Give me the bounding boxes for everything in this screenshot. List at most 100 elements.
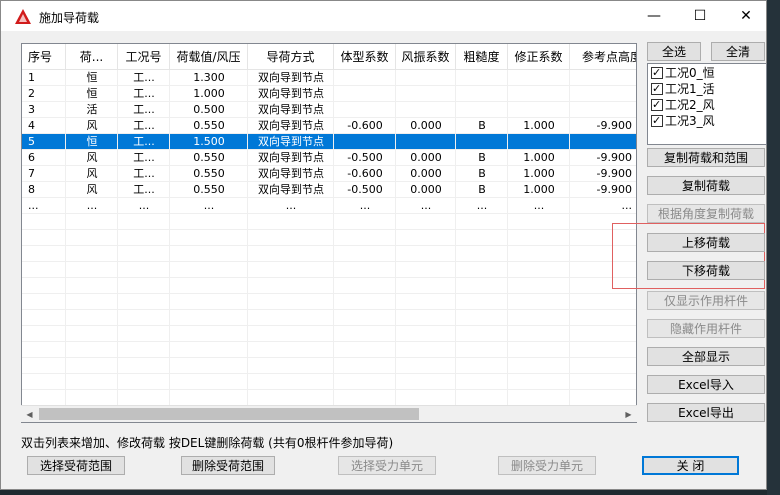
cell-load-value: 0.550 bbox=[193, 119, 225, 132]
case-checkbox-item[interactable]: 工况2_风 bbox=[651, 97, 715, 113]
col-header-method[interactable]: 导荷方式 bbox=[248, 44, 334, 70]
select-range-button[interactable]: 选择受荷范围 bbox=[27, 456, 125, 475]
cell-index: 1 bbox=[28, 71, 35, 84]
cell-load-value: 0.550 bbox=[193, 151, 225, 164]
cell-case: ... bbox=[138, 199, 150, 212]
move-up-button[interactable]: 上移荷载 bbox=[647, 233, 765, 252]
delete-range-button[interactable]: 删除受荷范围 bbox=[181, 456, 275, 475]
col-header-load-type[interactable]: 荷... bbox=[66, 44, 118, 70]
minimize-button[interactable]: — bbox=[631, 1, 677, 31]
cell-shape-coef bbox=[334, 134, 396, 150]
checkbox-checked-icon[interactable] bbox=[651, 97, 663, 113]
close-button[interactable]: 关 闭 bbox=[642, 456, 739, 475]
cell-load-type: ... bbox=[86, 199, 98, 212]
col-header-load-value[interactable]: 荷载值/风压 bbox=[170, 44, 248, 70]
cell-vib-coef bbox=[396, 102, 456, 118]
move-down-button[interactable]: 下移荷载 bbox=[647, 261, 765, 280]
col-header-vib-coef[interactable]: 风振系数 bbox=[396, 44, 456, 70]
cell-load-value: 0.500 bbox=[193, 103, 225, 116]
cell-load-value: 1.300 bbox=[193, 71, 225, 84]
table-row[interactable]: 7 风 工... 0.550 双向导到节点 -0.600 0.000 B 1.000 -9.900 bbox=[22, 166, 636, 182]
case-checkbox-item[interactable]: 工况3_风 bbox=[651, 113, 715, 129]
cell-load-type: 风 bbox=[86, 119, 98, 132]
show-only-members-button[interactable]: 仅显示作用杆件 bbox=[647, 291, 765, 310]
cell-ref-height: -9.900 bbox=[596, 119, 632, 132]
clear-all-button[interactable]: 全清 bbox=[711, 42, 765, 61]
cell-correction: 1.000 bbox=[523, 151, 555, 164]
cell-ref-height: -9.900 bbox=[596, 183, 632, 196]
cell-correction bbox=[508, 134, 570, 150]
grid-line bbox=[22, 341, 636, 342]
cell-shape-coef: -0.500 bbox=[347, 151, 383, 164]
checkbox-checked-icon[interactable] bbox=[651, 65, 663, 81]
grid-line bbox=[22, 229, 636, 230]
scroll-right-icon[interactable]: ▶ bbox=[620, 406, 637, 423]
table-row[interactable]: 4 风 工... 0.550 双向导到节点 -0.600 0.000 B 1.000 -9.900 bbox=[22, 118, 636, 134]
cell-index: 6 bbox=[28, 151, 35, 164]
case-checkbox-item[interactable]: 工况1_活 bbox=[651, 81, 715, 97]
column-line bbox=[455, 70, 456, 422]
excel-export-button[interactable]: Excel导出 bbox=[647, 403, 765, 422]
hide-members-button[interactable]: 隐藏作用杆件 bbox=[647, 319, 765, 338]
col-header-index[interactable]: 序号 bbox=[22, 44, 66, 70]
table-row[interactable]: 6 风 工... 0.550 双向导到节点 -0.500 0.000 B 1.000 -9.900 bbox=[22, 150, 636, 166]
cell-roughness: ... bbox=[476, 199, 488, 212]
table-row[interactable]: 2 恒 工... 1.000 双向导到节点 bbox=[22, 86, 636, 102]
cell-load-value: 0.550 bbox=[193, 167, 225, 180]
cell-index: 2 bbox=[28, 87, 35, 100]
case-checkbox-item[interactable]: 工况0_恒 bbox=[651, 65, 715, 81]
grid-line bbox=[22, 85, 636, 86]
cell-vib-coef: ... bbox=[420, 199, 432, 212]
checkbox-checked-icon[interactable] bbox=[651, 113, 663, 129]
cell-load-value: 1.500 bbox=[193, 135, 225, 148]
cell-method: 双向导到节点 bbox=[258, 103, 324, 116]
maximize-button[interactable]: ☐ bbox=[677, 1, 723, 31]
delete-unit-button[interactable]: 删除受力单元 bbox=[498, 456, 596, 475]
table-row[interactable]: 1 恒 工... 1.300 双向导到节点 bbox=[22, 70, 636, 86]
col-header-roughness[interactable]: 粗糙度 bbox=[456, 44, 508, 70]
grid-line bbox=[22, 117, 636, 118]
table-row[interactable]: 8 风 工... 0.550 双向导到节点 -0.500 0.000 B 1.000 -9.900 bbox=[22, 182, 636, 198]
cell-shape-coef bbox=[334, 102, 396, 118]
grid-line bbox=[22, 357, 636, 358]
cell-shape-coef bbox=[334, 70, 396, 86]
grid-line bbox=[22, 165, 636, 166]
col-header-ref-height[interactable]: 参考点高度 bbox=[570, 44, 636, 70]
load-list[interactable]: 序号 荷... 工况号 荷载值/风压 导荷方式 体型系数 风振系数 粗糙度 修正… bbox=[21, 43, 637, 423]
excel-import-button[interactable]: Excel导入 bbox=[647, 375, 765, 394]
column-line bbox=[169, 70, 170, 422]
cell-load-type: 活 bbox=[86, 103, 98, 116]
close-window-button[interactable]: ✕ bbox=[723, 1, 769, 31]
col-header-shape-coef[interactable]: 体型系数 bbox=[334, 44, 396, 70]
title-bar[interactable]: 施加导荷载 — ☐ ✕ bbox=[1, 1, 766, 31]
scroll-thumb[interactable] bbox=[39, 408, 419, 420]
copy-by-angle-button[interactable]: 根据角度复制荷载 bbox=[647, 204, 765, 223]
cell-index: ... bbox=[28, 199, 39, 212]
select-all-button[interactable]: 全选 bbox=[647, 42, 701, 61]
cell-roughness: B bbox=[478, 183, 486, 196]
list-header: 序号 荷... 工况号 荷载值/风压 导荷方式 体型系数 风振系数 粗糙度 修正… bbox=[22, 44, 636, 70]
grid-line bbox=[22, 389, 636, 390]
cell-case: 工... bbox=[133, 151, 155, 164]
copy-load-button[interactable]: 复制荷载 bbox=[647, 176, 765, 195]
cell-ref-height bbox=[570, 134, 632, 150]
show-all-button[interactable]: 全部显示 bbox=[647, 347, 765, 366]
cell-index: 8 bbox=[28, 183, 35, 196]
table-row[interactable]: 5 恒 工... 1.500 双向导到节点 bbox=[22, 134, 636, 150]
cell-roughness bbox=[456, 102, 508, 118]
cell-method: 双向导到节点 bbox=[258, 183, 324, 196]
copy-load-range-button[interactable]: 复制荷载和范围 bbox=[647, 148, 765, 167]
table-row[interactable]: 3 活 工... 0.500 双向导到节点 bbox=[22, 102, 636, 118]
col-header-case[interactable]: 工况号 bbox=[118, 44, 170, 70]
cell-method: 双向导到节点 bbox=[258, 119, 324, 132]
cell-load-type: 风 bbox=[86, 151, 98, 164]
select-unit-button[interactable]: 选择受力单元 bbox=[338, 456, 436, 475]
col-header-correction[interactable]: 修正系数 bbox=[508, 44, 570, 70]
checkbox-checked-icon[interactable] bbox=[651, 81, 663, 97]
horizontal-scrollbar[interactable]: ◀ ▶ bbox=[21, 405, 637, 422]
cell-vib-coef: 0.000 bbox=[410, 151, 442, 164]
cell-correction bbox=[508, 102, 570, 118]
scroll-left-icon[interactable]: ◀ bbox=[21, 406, 38, 423]
case-checklist[interactable]: 工况0_恒 工况1_活 工况2_风 工况3_风 bbox=[647, 63, 767, 145]
table-row[interactable]: .............................. bbox=[22, 198, 636, 214]
